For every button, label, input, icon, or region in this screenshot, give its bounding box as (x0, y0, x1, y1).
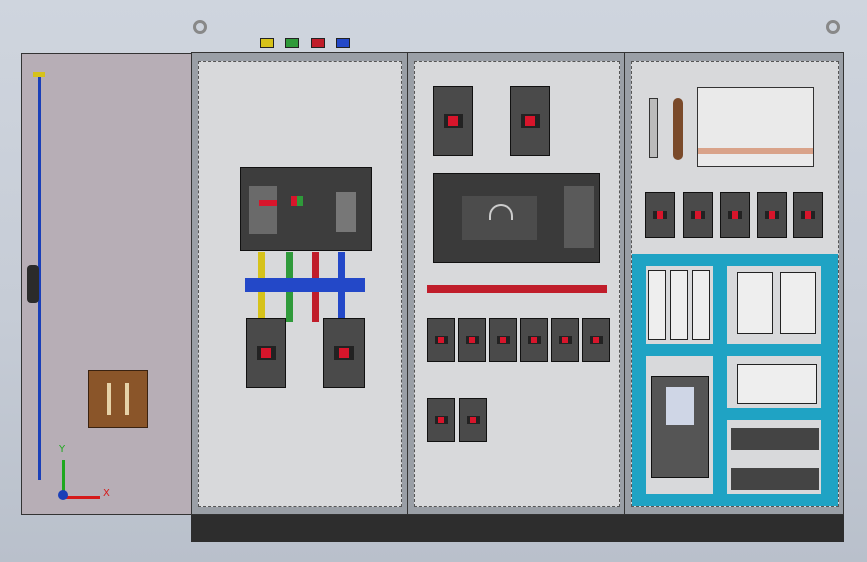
mccb-1 (246, 318, 286, 388)
power-supply-2 (780, 272, 816, 334)
automatic-transfer-switch (433, 173, 600, 263)
feeder-breaker-3 (489, 318, 517, 362)
axis-x-label: X (103, 488, 110, 499)
main-air-circuit-breaker (240, 167, 372, 251)
cooling-fan-unit (697, 87, 814, 167)
variable-frequency-drive (651, 376, 709, 478)
plc-module (737, 364, 817, 404)
control-breaker-4 (757, 192, 787, 238)
terminal-block-row-2 (731, 468, 819, 490)
busbar-support (245, 278, 365, 292)
earth-bar (673, 98, 683, 160)
cabinet-plinth (191, 515, 844, 542)
distribution-busbar (427, 285, 607, 293)
feeder-breaker-5 (551, 318, 579, 362)
control-breaker-3 (720, 192, 750, 238)
mccb-2 (323, 318, 365, 388)
incoming-mccb-1 (433, 86, 473, 156)
terminal-block-row-1 (731, 428, 819, 450)
lifting-eye-icon (193, 20, 207, 34)
power-supply-1 (737, 272, 773, 334)
rod-cap (33, 72, 45, 77)
incoming-mccb-2 (510, 86, 550, 156)
document-pocket (88, 370, 148, 428)
lifting-eye-icon (826, 20, 840, 34)
feeder-breaker-2 (458, 318, 486, 362)
relay-1 (648, 270, 666, 340)
feeder-breaker-1 (427, 318, 455, 362)
wiring-duct-row-3 (727, 408, 821, 420)
spare-breaker-1 (427, 398, 455, 442)
feeder-breaker-6 (582, 318, 610, 362)
feeder-breaker-4 (520, 318, 548, 362)
control-breaker-5 (793, 192, 823, 238)
phase-tag-yellow (260, 38, 274, 48)
relay-2 (670, 270, 688, 340)
control-breaker-2 (683, 192, 713, 238)
wiring-duct-row-2 (632, 344, 838, 356)
control-breaker-1 (645, 192, 675, 238)
relay-3 (692, 270, 710, 340)
wiring-duct-middle (713, 266, 727, 500)
cabinet-door (21, 53, 193, 515)
wiring-duct-bottom (632, 494, 838, 506)
phase-tag-blue (336, 38, 350, 48)
spare-breaker-2 (459, 398, 487, 442)
door-handle[interactable] (27, 265, 39, 303)
phase-tag-green (285, 38, 299, 48)
phase-tag-red (311, 38, 325, 48)
wiring-duct-left (632, 254, 646, 500)
wiring-duct-top (632, 254, 838, 266)
axis-y-label: Y (59, 444, 66, 455)
axis-x-arrow (66, 496, 100, 499)
axis-triad-icon (58, 490, 68, 500)
wiring-duct-right (821, 254, 838, 500)
terminal-strip (649, 98, 658, 158)
